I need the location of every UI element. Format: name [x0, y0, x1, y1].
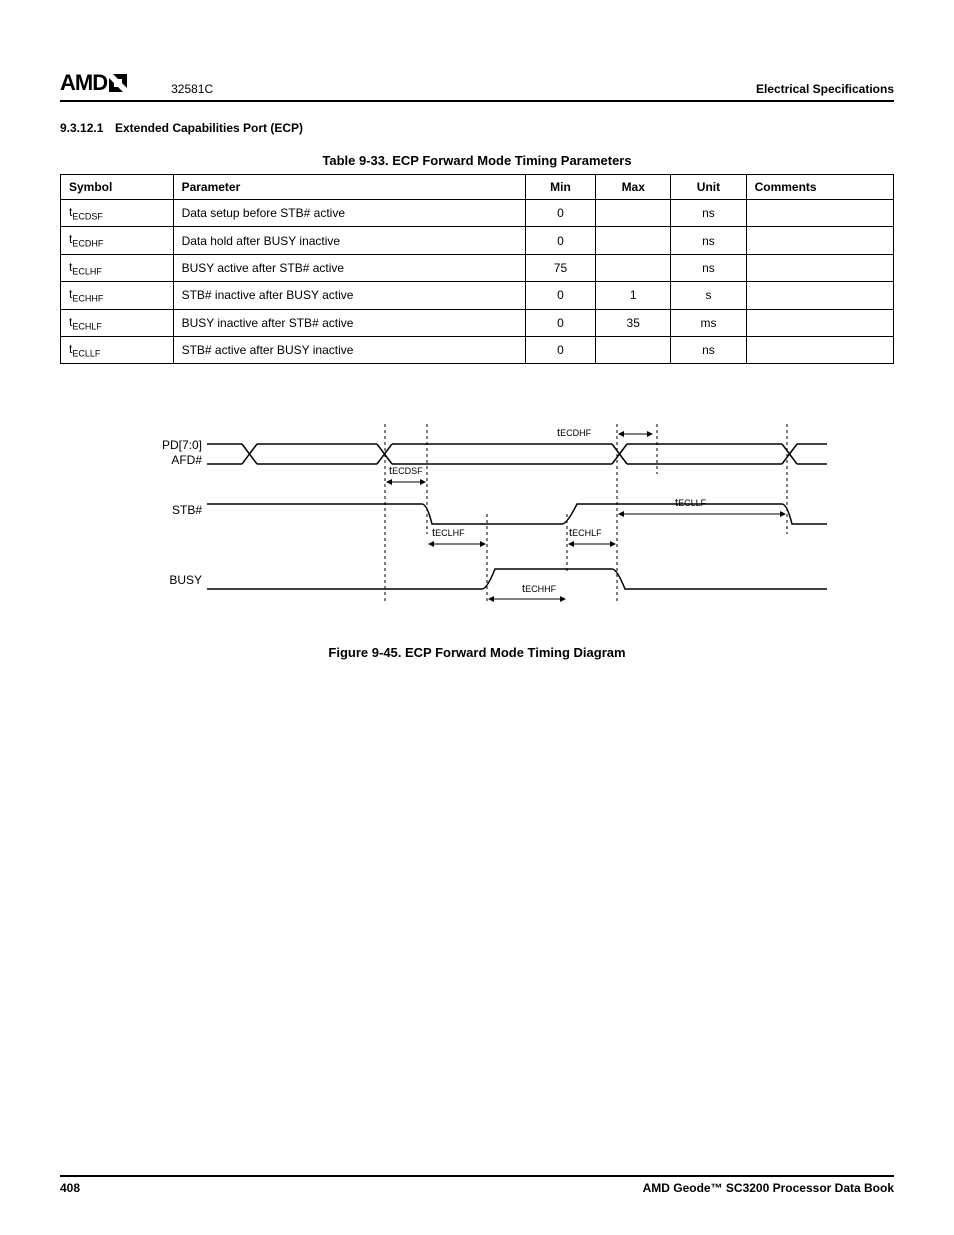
- signal-busy-label: BUSY: [169, 573, 202, 587]
- cell-max: 1: [596, 282, 671, 309]
- cell-min: 0: [525, 227, 595, 254]
- section-heading: 9.3.12.1 Extended Capabilities Port (ECP…: [60, 120, 894, 135]
- cell-unit: ns: [671, 336, 746, 363]
- table-row: tECLLFSTB# active after BUSY inactive0 ns: [61, 336, 894, 363]
- spec-title: Electrical Specifications: [756, 82, 894, 96]
- page: AMD 32581C Electrical Specifications 9.3…: [0, 0, 954, 1235]
- section-number: 9.3.12.1: [60, 121, 103, 135]
- th-comments: Comments: [746, 175, 893, 200]
- cell-comments: [746, 282, 893, 309]
- cell-comments: [746, 200, 893, 227]
- cell-unit: s: [671, 282, 746, 309]
- cell-symbol: tECLLF: [61, 336, 174, 363]
- doc-code: 32581C: [171, 82, 756, 96]
- cell-max: 35: [596, 309, 671, 336]
- timing-parameters-table: Symbol Parameter Min Max Unit Comments t…: [60, 174, 894, 364]
- cell-unit: ns: [671, 227, 746, 254]
- th-parameter: Parameter: [173, 175, 525, 200]
- page-footer: 408 AMD Geode™ SC3200 Processor Data Boo…: [60, 1175, 894, 1195]
- label-ecdhf: tECDHF: [557, 427, 592, 439]
- cell-unit: ms: [671, 309, 746, 336]
- cell-symbol: tECHHF: [61, 282, 174, 309]
- table-header-row: Symbol Parameter Min Max Unit Comments: [61, 175, 894, 200]
- label-eclhf: tECLHF: [432, 527, 465, 539]
- th-max: Max: [596, 175, 671, 200]
- amd-logo: AMD: [60, 70, 131, 96]
- table-caption: Table 9-33. ECP Forward Mode Timing Para…: [60, 153, 894, 168]
- cell-symbol: tECDHF: [61, 227, 174, 254]
- label-ecdsf: tECDSF: [389, 465, 423, 477]
- cell-unit: ns: [671, 200, 746, 227]
- cell-comments: [746, 254, 893, 281]
- cell-comments: [746, 336, 893, 363]
- cell-min: 0: [525, 282, 595, 309]
- cell-parameter: Data setup before STB# active: [173, 200, 525, 227]
- cell-max: [596, 200, 671, 227]
- cell-parameter: STB# inactive after BUSY active: [173, 282, 525, 309]
- book-title: AMD Geode™ SC3200 Processor Data Book: [643, 1181, 894, 1195]
- cell-min: 0: [525, 200, 595, 227]
- cell-min: 0: [525, 336, 595, 363]
- th-min: Min: [525, 175, 595, 200]
- logo-text: AMD: [60, 70, 107, 96]
- th-symbol: Symbol: [61, 175, 174, 200]
- cell-symbol: tECHLF: [61, 309, 174, 336]
- label-echhf: tECHHF: [522, 583, 557, 595]
- table-row: tECHHFSTB# inactive after BUSY active01s: [61, 282, 894, 309]
- th-unit: Unit: [671, 175, 746, 200]
- section-title: Extended Capabilities Port (ECP): [115, 121, 303, 135]
- signal-pd-label: PD[7:0]: [162, 438, 202, 452]
- cell-comments: [746, 309, 893, 336]
- figure-caption: Figure 9-45. ECP Forward Mode Timing Dia…: [60, 645, 894, 660]
- cell-parameter: STB# active after BUSY inactive: [173, 336, 525, 363]
- table-row: tECLHFBUSY active after STB# active75 ns: [61, 254, 894, 281]
- table-row: tECHLFBUSY inactive after STB# active035…: [61, 309, 894, 336]
- cell-min: 0: [525, 309, 595, 336]
- label-ecllf: tECLLF: [675, 497, 707, 509]
- signal-stb-label: STB#: [172, 503, 202, 517]
- cell-unit: ns: [671, 254, 746, 281]
- cell-symbol: tECDSF: [61, 200, 174, 227]
- page-header: AMD 32581C Electrical Specifications: [60, 70, 894, 102]
- amd-arrow-icon: [109, 74, 131, 92]
- cell-parameter: BUSY inactive after STB# active: [173, 309, 525, 336]
- cell-comments: [746, 227, 893, 254]
- cell-max: [596, 336, 671, 363]
- page-number: 408: [60, 1181, 80, 1195]
- cell-min: 75: [525, 254, 595, 281]
- table-row: tECDHFData hold after BUSY inactive0 ns: [61, 227, 894, 254]
- signal-afd-label: AFD#: [171, 453, 202, 467]
- table-row: tECDSFData setup before STB# active0 ns: [61, 200, 894, 227]
- cell-parameter: Data hold after BUSY inactive: [173, 227, 525, 254]
- cell-symbol: tECLHF: [61, 254, 174, 281]
- cell-max: [596, 227, 671, 254]
- label-echlf: tECHLF: [569, 527, 602, 539]
- timing-diagram: PD[7:0] AFD# STB# BUSY tECDHF tECDSF tEC…: [127, 414, 827, 617]
- cell-max: [596, 254, 671, 281]
- cell-parameter: BUSY active after STB# active: [173, 254, 525, 281]
